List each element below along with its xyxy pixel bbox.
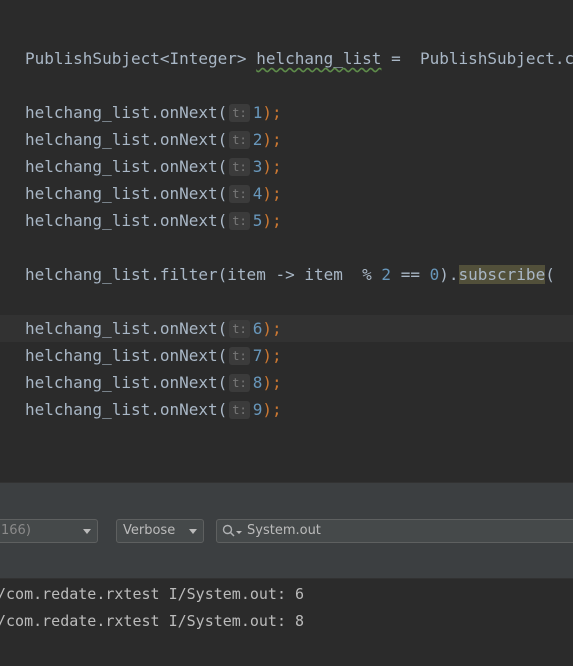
- param-hint: t:: [229, 374, 250, 392]
- log-level-dropdown[interactable]: Verbose: [116, 519, 204, 543]
- call-close: );: [262, 319, 282, 338]
- filter-mod: 2: [381, 265, 392, 284]
- log-line: /com.redate.rxtest I/System.out: 8: [0, 612, 305, 630]
- param-hint: t:: [229, 185, 250, 203]
- filter-line[interactable]: helchang_list.filter(item -> item % 2 ==…: [25, 261, 555, 288]
- param-hint: t:: [229, 158, 250, 176]
- search-input-value: System.out: [247, 523, 321, 538]
- call-close: );: [262, 184, 282, 203]
- code-line-onnext-8[interactable]: helchang_list.onNext(t: 8);: [25, 369, 282, 396]
- code-line-onnext-3[interactable]: helchang_list.onNext(t: 3);: [25, 153, 282, 180]
- param-hint: t:: [229, 131, 250, 149]
- call-prefix: helchang_list.onNext(: [25, 373, 228, 392]
- declaration-type: PublishSubject<Integer>: [25, 49, 247, 68]
- code-line-onnext-2[interactable]: helchang_list.onNext(t: 2);: [25, 126, 282, 153]
- call-prefix: helchang_list.onNext(: [25, 130, 228, 149]
- param-hint: t:: [229, 401, 250, 419]
- call-arg: 5: [252, 211, 263, 230]
- param-hint: t:: [229, 320, 250, 338]
- call-arg: 2: [252, 130, 263, 149]
- code-editor[interactable]: PublishSubject<Integer> helchang_list = …: [0, 0, 573, 482]
- call-close: );: [262, 157, 282, 176]
- call-close: );: [262, 103, 282, 122]
- call-prefix: helchang_list.onNext(: [25, 103, 228, 122]
- call-arg: 3: [252, 157, 263, 176]
- declaration-assign: =: [381, 49, 420, 68]
- search-icon[interactable]: [222, 524, 236, 538]
- call-close: );: [262, 400, 282, 419]
- search-history-chevron-icon: [236, 531, 242, 534]
- call-prefix: helchang_list.onNext(: [25, 211, 228, 230]
- logcat-search-input[interactable]: System.out: [216, 519, 573, 543]
- code-line-onnext-4[interactable]: helchang_list.onNext(t: 4);: [25, 180, 282, 207]
- filter-zero: 0: [429, 265, 440, 284]
- declaration-rhs: PublishSubject.create();: [419, 49, 573, 68]
- tool-window-header: [0, 482, 573, 511]
- param-hint: t:: [229, 104, 250, 122]
- declaration-variable: helchang_list: [256, 49, 382, 68]
- declaration-line[interactable]: PublishSubject<Integer> helchang_list = …: [25, 45, 573, 72]
- filter-tail: (: [545, 265, 555, 284]
- code-line-onnext-9[interactable]: helchang_list.onNext(t: 9);: [25, 396, 282, 423]
- device-dropdown[interactable]: 166): [0, 519, 98, 543]
- param-hint: t:: [229, 212, 250, 230]
- chevron-down-icon: [189, 529, 197, 534]
- call-arg: 9: [252, 400, 263, 419]
- filter-op: ==: [391, 265, 430, 284]
- call-arg: 1: [252, 103, 263, 122]
- device-dropdown-value: 166): [1, 523, 31, 538]
- filter-close: ).: [439, 265, 459, 284]
- code-line-onnext-5[interactable]: helchang_list.onNext(t: 5);: [25, 207, 282, 234]
- code-line-onnext-6[interactable]: helchang_list.onNext(t: 6);: [0, 315, 573, 342]
- logcat-output[interactable]: /com.redate.rxtest I/System.out: 6 /com.…: [0, 579, 573, 666]
- call-arg: 7: [252, 346, 263, 365]
- call-close: );: [262, 211, 282, 230]
- logcat-toolbar: 166) Verbose System.out: [0, 510, 573, 579]
- call-prefix: helchang_list.onNext(: [25, 346, 228, 365]
- call-close: );: [262, 130, 282, 149]
- chevron-down-icon: [83, 529, 91, 534]
- call-close: );: [262, 373, 282, 392]
- filter-prefix: helchang_list.filter(item -> item %: [25, 265, 382, 284]
- call-prefix: helchang_list.onNext(: [25, 400, 228, 419]
- call-prefix: helchang_list.onNext(: [25, 184, 228, 203]
- param-hint: t:: [229, 347, 250, 365]
- call-close: );: [262, 346, 282, 365]
- call-arg: 4: [252, 184, 263, 203]
- call-prefix: helchang_list.onNext(: [25, 157, 228, 176]
- call-prefix: helchang_list.onNext(: [25, 319, 228, 338]
- log-level-value: Verbose: [123, 523, 176, 538]
- log-line: /com.redate.rxtest I/System.out: 6: [0, 585, 305, 603]
- code-line-onnext-7[interactable]: helchang_list.onNext(t: 7);: [25, 342, 282, 369]
- code-line-onnext-1[interactable]: helchang_list.onNext(t: 1);: [25, 99, 282, 126]
- subscribe-call[interactable]: subscribe: [458, 265, 546, 284]
- call-arg: 8: [252, 373, 263, 392]
- call-arg: 6: [252, 319, 263, 338]
